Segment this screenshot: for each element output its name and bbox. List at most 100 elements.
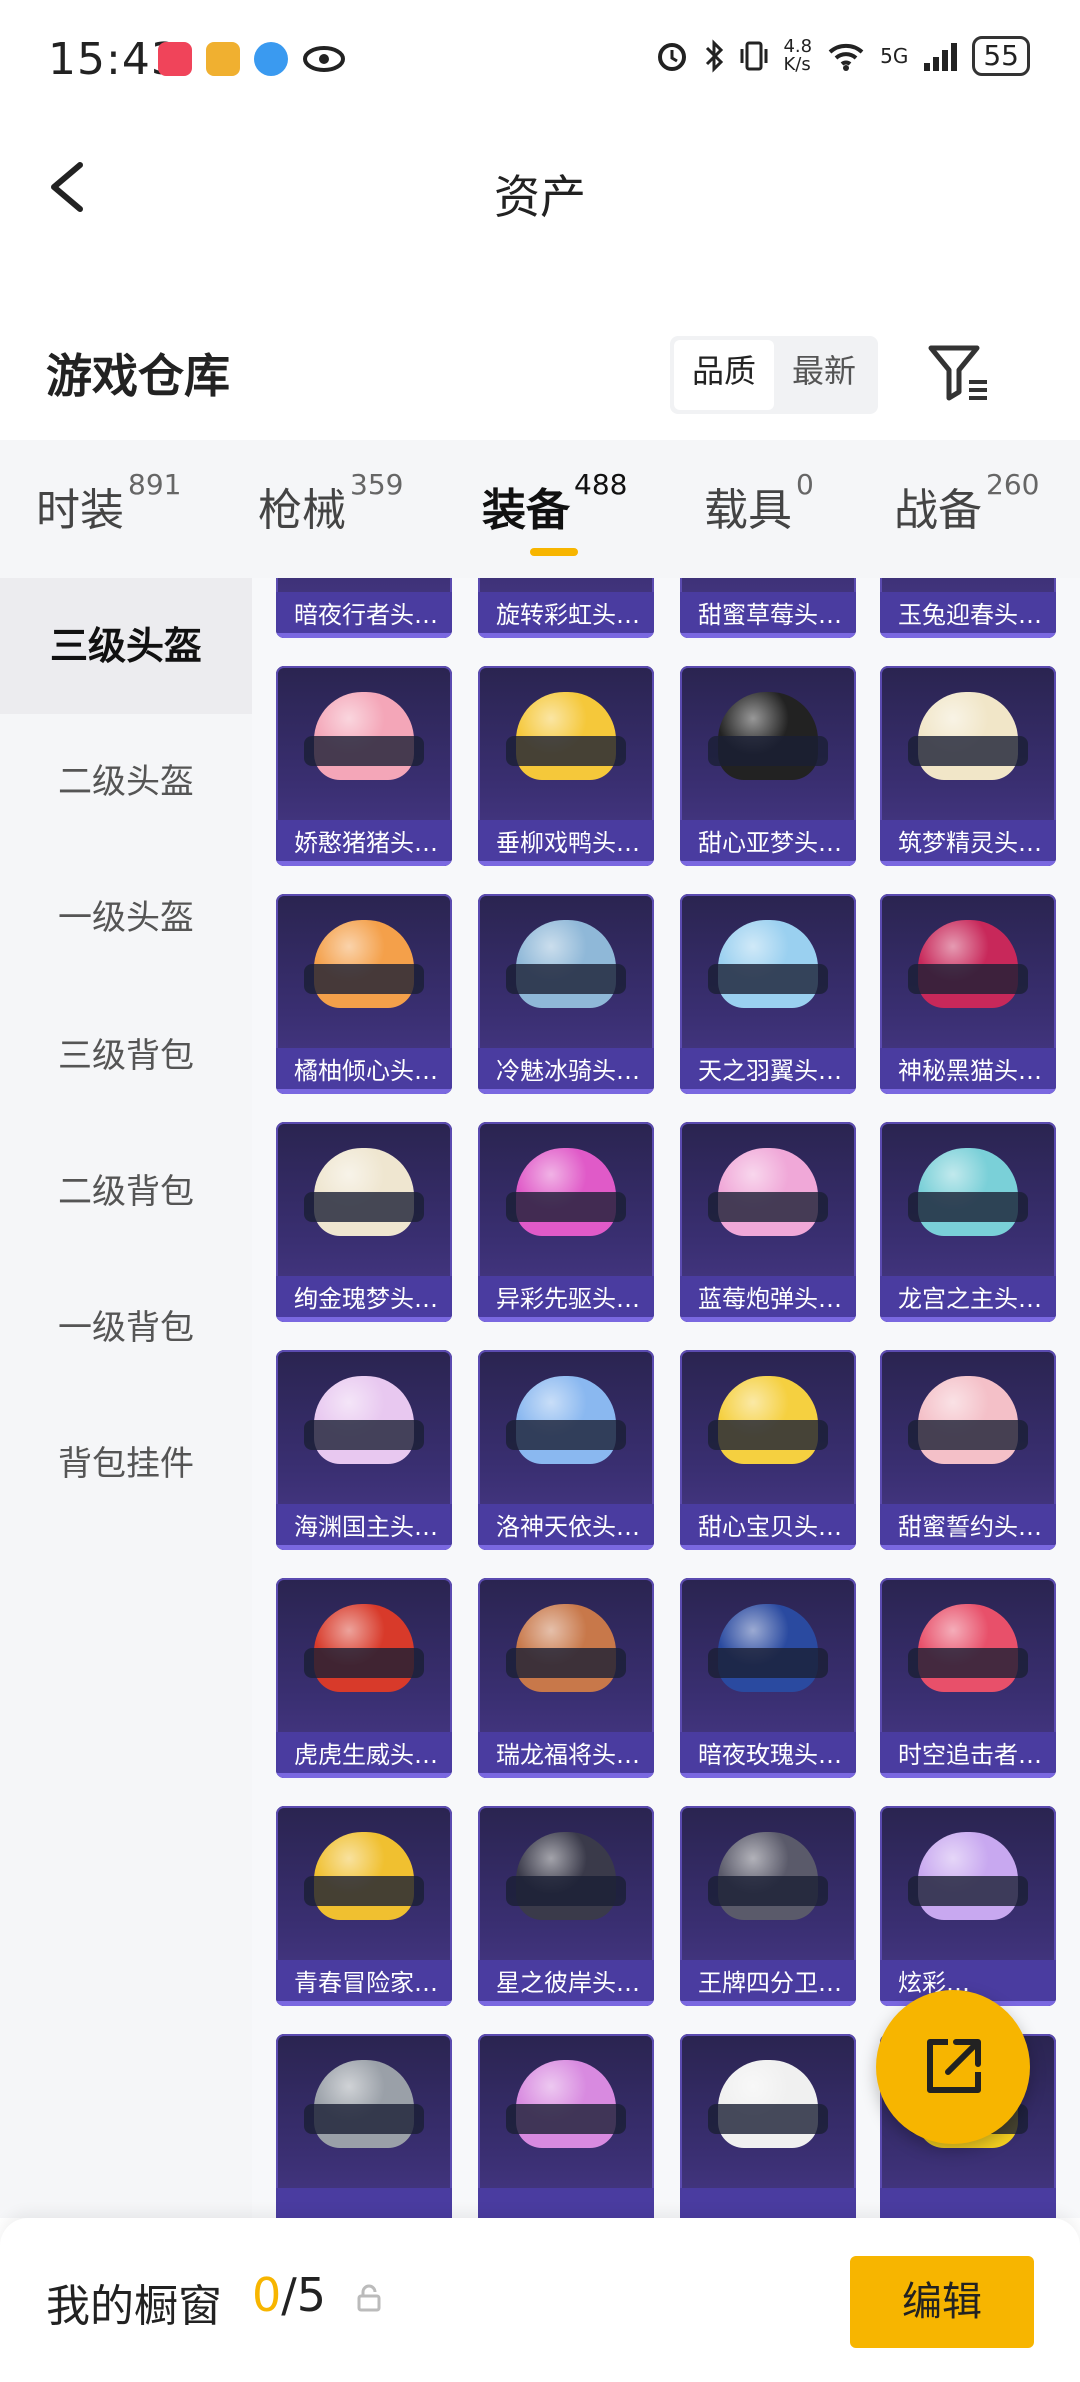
filter-icon bbox=[928, 345, 987, 401]
item-card[interactable]: 甜心亚梦头… bbox=[680, 666, 856, 866]
item-card[interactable]: 旋转彩虹头… bbox=[478, 578, 654, 638]
item-name: 暗夜行者头… bbox=[276, 592, 452, 638]
filter-button[interactable] bbox=[925, 338, 995, 408]
network-type: 5G bbox=[880, 44, 909, 68]
item-card[interactable]: 暗夜玫瑰头… bbox=[680, 1578, 856, 1778]
item-name: 神秘黑猫头… bbox=[880, 1048, 1056, 1094]
notification-app-blue-icon bbox=[254, 42, 288, 76]
item-name: 筑梦精灵头… bbox=[880, 820, 1056, 866]
tab-fashion[interactable]: 时装891 bbox=[36, 468, 181, 538]
share-button[interactable] bbox=[876, 1990, 1030, 2144]
showcase-label: 我的橱窗 bbox=[46, 2281, 222, 2332]
helmet-visor bbox=[708, 2104, 828, 2134]
tab-equipment[interactable]: 装备488 bbox=[482, 468, 627, 538]
item-card[interactable]: 玉兔迎春头… bbox=[880, 578, 1056, 638]
helmet-visor bbox=[506, 1192, 626, 1222]
status-right: 4.8 K/s 5G 55 bbox=[655, 36, 1030, 76]
bluetooth-icon bbox=[706, 39, 724, 73]
sidebar-item-backpack-charm[interactable]: 背包挂件 bbox=[0, 1396, 252, 1532]
tab-supplies[interactable]: 战备260 bbox=[894, 468, 1039, 538]
item-card[interactable]: 甜蜜誓约头… bbox=[880, 1350, 1056, 1550]
item-card[interactable]: 垂柳戏鸭头… bbox=[478, 666, 654, 866]
sidebar-item-level1-helmet[interactable]: 一级头盔 bbox=[0, 850, 252, 986]
item-card[interactable]: 蓝莓炮弹头… bbox=[680, 1122, 856, 1322]
item-name: 甜蜜誓约头… bbox=[880, 1504, 1056, 1550]
sidebar-item-level3-backpack[interactable]: 三级背包 bbox=[0, 988, 252, 1124]
tab-weapons[interactable]: 枪械359 bbox=[258, 468, 403, 538]
external-link-icon bbox=[927, 2039, 981, 2093]
showcase-bar: 我的橱窗 0/5 编辑 bbox=[0, 2218, 1080, 2382]
page-title: 资产 bbox=[494, 170, 586, 224]
item-card[interactable]: 时空追击者… bbox=[880, 1578, 1056, 1778]
item-card[interactable]: 龙宫之主头… bbox=[880, 1122, 1056, 1322]
item-card[interactable]: 暗夜行者头… bbox=[276, 578, 452, 638]
item-card[interactable]: 海渊国主头… bbox=[276, 1350, 452, 1550]
helmet-visor bbox=[908, 736, 1028, 766]
item-card[interactable]: 星之彼岸头… bbox=[478, 1806, 654, 2006]
item-card[interactable]: 筑梦精灵头… bbox=[880, 666, 1056, 866]
item-card[interactable] bbox=[276, 2034, 452, 2218]
tab-label: 战备 bbox=[894, 485, 982, 536]
helmet-visor bbox=[908, 1876, 1028, 1906]
helmet-visor bbox=[506, 964, 626, 994]
item-card[interactable]: 瑞龙福将头… bbox=[478, 1578, 654, 1778]
item-name: 冷魅冰骑头… bbox=[478, 1048, 654, 1094]
item-name bbox=[680, 2188, 856, 2218]
item-card[interactable]: 青春冒险家… bbox=[276, 1806, 452, 2006]
helmet-visor bbox=[304, 964, 424, 994]
item-name: 绚金瑰梦头… bbox=[276, 1276, 452, 1322]
showcase-count: 0/5 bbox=[252, 2268, 326, 2322]
item-card[interactable]: 炫彩… bbox=[880, 1806, 1056, 2006]
item-name: 天之羽翼头… bbox=[680, 1048, 856, 1094]
sort-quality-button[interactable]: 品质 bbox=[674, 340, 774, 410]
item-name: 虎虎生威头… bbox=[276, 1732, 452, 1778]
vibrate-icon bbox=[740, 41, 768, 71]
item-card[interactable] bbox=[680, 2034, 856, 2218]
lock-icon bbox=[357, 2284, 381, 2312]
item-name bbox=[478, 2188, 654, 2218]
sidebar-item-level2-helmet[interactable]: 二级头盔 bbox=[0, 714, 252, 850]
item-card[interactable]: 甜心宝贝头… bbox=[680, 1350, 856, 1550]
notification-app-gold-icon bbox=[206, 42, 240, 76]
helmet-visor bbox=[708, 964, 828, 994]
item-name: 王牌四分卫… bbox=[680, 1960, 856, 2006]
item-card[interactable]: 王牌四分卫… bbox=[680, 1806, 856, 2006]
item-card[interactable]: 绚金瑰梦头… bbox=[276, 1122, 452, 1322]
item-card[interactable]: 神秘黑猫头… bbox=[880, 894, 1056, 1094]
sidebar-item-level1-backpack[interactable]: 一级背包 bbox=[0, 1260, 252, 1396]
item-card[interactable]: 甜蜜草莓头… bbox=[680, 578, 856, 638]
item-name: 青春冒险家… bbox=[276, 1960, 452, 2006]
helmet-visor bbox=[708, 1420, 828, 1450]
battery-indicator: 55 bbox=[972, 36, 1030, 76]
item-name: 垂柳戏鸭头… bbox=[478, 820, 654, 866]
tab-label: 枪械 bbox=[258, 485, 346, 536]
item-name bbox=[276, 2188, 452, 2218]
helmet-visor bbox=[908, 1420, 1028, 1450]
item-card[interactable]: 天之羽翼头… bbox=[680, 894, 856, 1094]
item-card[interactable]: 虎虎生威头… bbox=[276, 1578, 452, 1778]
signal-icon bbox=[924, 43, 958, 71]
edit-button[interactable]: 编辑 bbox=[850, 2256, 1034, 2348]
item-name: 时空追击者… bbox=[880, 1732, 1056, 1778]
item-card[interactable] bbox=[478, 2034, 654, 2218]
item-card[interactable]: 异彩先驱头… bbox=[478, 1122, 654, 1322]
status-bar: 15:43 4.8 K/s 5G 55 bbox=[0, 0, 1080, 125]
item-card[interactable]: 橘柚倾心头… bbox=[276, 894, 452, 1094]
notification-app-red-icon bbox=[158, 42, 192, 76]
sort-latest-button[interactable]: 最新 bbox=[774, 340, 874, 410]
nav-bar: 资产 bbox=[0, 125, 1080, 250]
tab-vehicles[interactable]: 载具0 bbox=[704, 468, 814, 538]
item-name: 龙宫之主头… bbox=[880, 1276, 1056, 1322]
item-card[interactable]: 娇憨猪猪头… bbox=[276, 666, 452, 866]
helmet-visor bbox=[304, 736, 424, 766]
item-card[interactable]: 洛神天依头… bbox=[478, 1350, 654, 1550]
helmet-visor bbox=[708, 1648, 828, 1678]
showcase-current: 0 bbox=[252, 2268, 282, 2322]
sidebar-item-level2-backpack[interactable]: 二级背包 bbox=[0, 1124, 252, 1260]
item-grid: 暗夜行者头… 旋转彩虹头… 甜蜜草莓头… 玉兔迎春头… 娇憨猪猪头… 垂柳戏鸭头… 甜心亚梦… bbox=[252, 578, 1080, 2218]
item-card[interactable]: 冷魅冰骑头… bbox=[478, 894, 654, 1094]
helmet-visor bbox=[304, 1876, 424, 1906]
tab-label: 装备 bbox=[482, 485, 570, 536]
sidebar-item-level3-helmet[interactable]: 三级头盔 bbox=[0, 578, 252, 714]
sort-toggle: 品质 最新 bbox=[670, 336, 878, 414]
